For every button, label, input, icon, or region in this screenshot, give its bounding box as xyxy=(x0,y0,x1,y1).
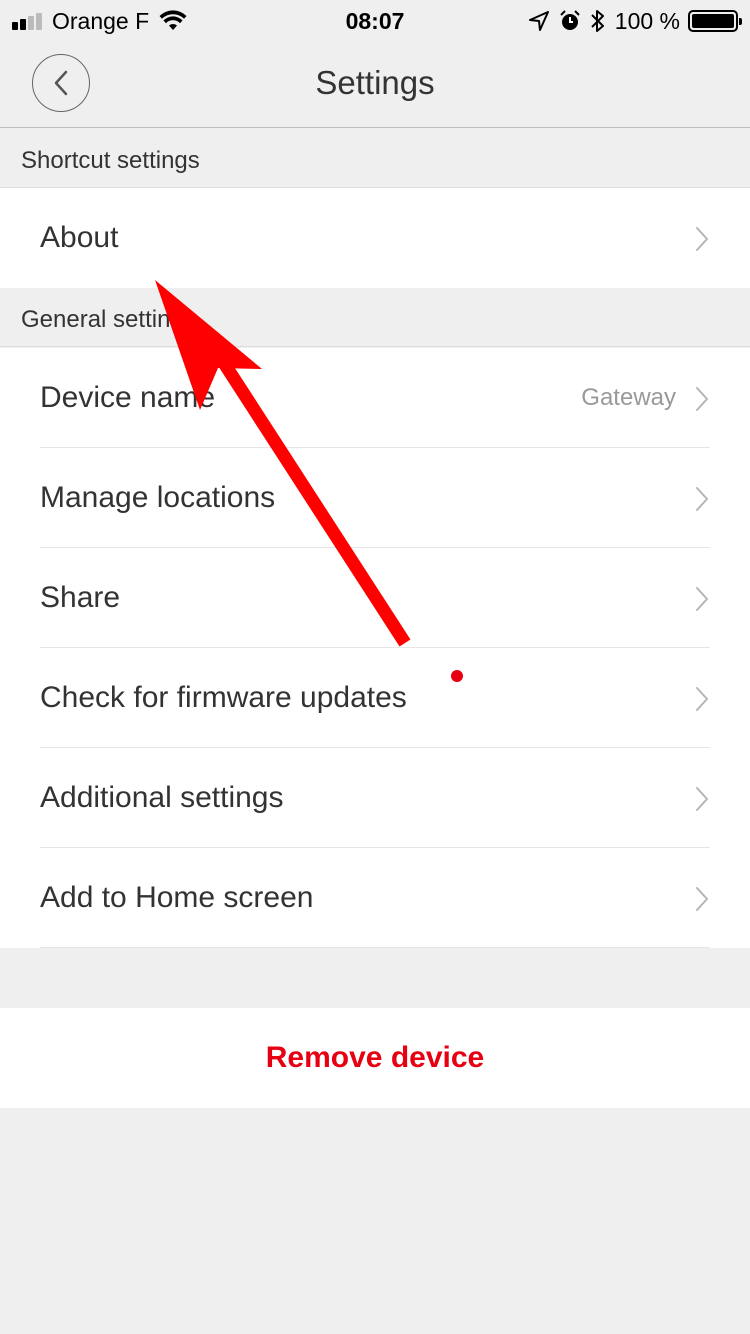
device-name-value: Gateway xyxy=(581,383,676,411)
settings-row-manage-locations[interactable]: Manage locations xyxy=(40,448,710,548)
bluetooth-icon xyxy=(591,9,605,33)
navigation-bar: Settings xyxy=(0,40,750,128)
general-settings-group: Device name Gateway Manage locations Sha… xyxy=(0,348,750,948)
battery-percent: 100 % xyxy=(614,7,680,34)
row-label: Add to Home screen xyxy=(40,880,314,914)
section-header-general: General settings xyxy=(0,288,750,347)
chevron-right-icon xyxy=(696,787,708,811)
row-label: Device name xyxy=(40,380,216,414)
chevron-right-icon xyxy=(696,487,708,511)
settings-row-device-name[interactable]: Device name Gateway xyxy=(40,348,710,448)
status-right: 100 % xyxy=(528,6,742,36)
row-label: About xyxy=(40,221,119,254)
settings-row-add-to-home-screen[interactable]: Add to Home screen xyxy=(40,848,710,948)
settings-row-additional-settings[interactable]: Additional settings xyxy=(40,748,710,848)
settings-row-about[interactable]: About xyxy=(40,188,710,288)
row-label: Check for firmware updates xyxy=(40,680,407,714)
row-label: Manage locations xyxy=(40,480,276,514)
section-header-shortcut: Shortcut settings xyxy=(0,129,750,188)
settings-row-firmware-updates[interactable]: Check for firmware updates xyxy=(40,648,710,748)
alarm-icon xyxy=(559,10,581,32)
remove-device-button[interactable]: Remove device xyxy=(0,1008,750,1108)
chevron-right-icon xyxy=(696,227,708,251)
chevron-right-icon xyxy=(696,387,708,411)
shortcut-settings-group: About xyxy=(0,188,750,288)
update-badge-dot xyxy=(451,670,463,682)
settings-row-share[interactable]: Share xyxy=(40,548,710,648)
page-title: Settings xyxy=(315,64,435,101)
chevron-right-icon xyxy=(696,587,708,611)
remove-device-label: Remove device xyxy=(265,1041,485,1074)
status-bar: Orange F 08:07 100 % xyxy=(0,0,750,40)
settings-screen: Orange F 08:07 100 % Settings Shortcut s… xyxy=(0,0,750,1334)
location-arrow-icon xyxy=(528,11,549,31)
row-label: Share xyxy=(40,580,121,614)
chevron-right-icon xyxy=(696,887,708,911)
row-label: Additional settings xyxy=(40,780,284,814)
chevron-right-icon xyxy=(696,687,708,711)
battery-icon xyxy=(688,10,742,32)
